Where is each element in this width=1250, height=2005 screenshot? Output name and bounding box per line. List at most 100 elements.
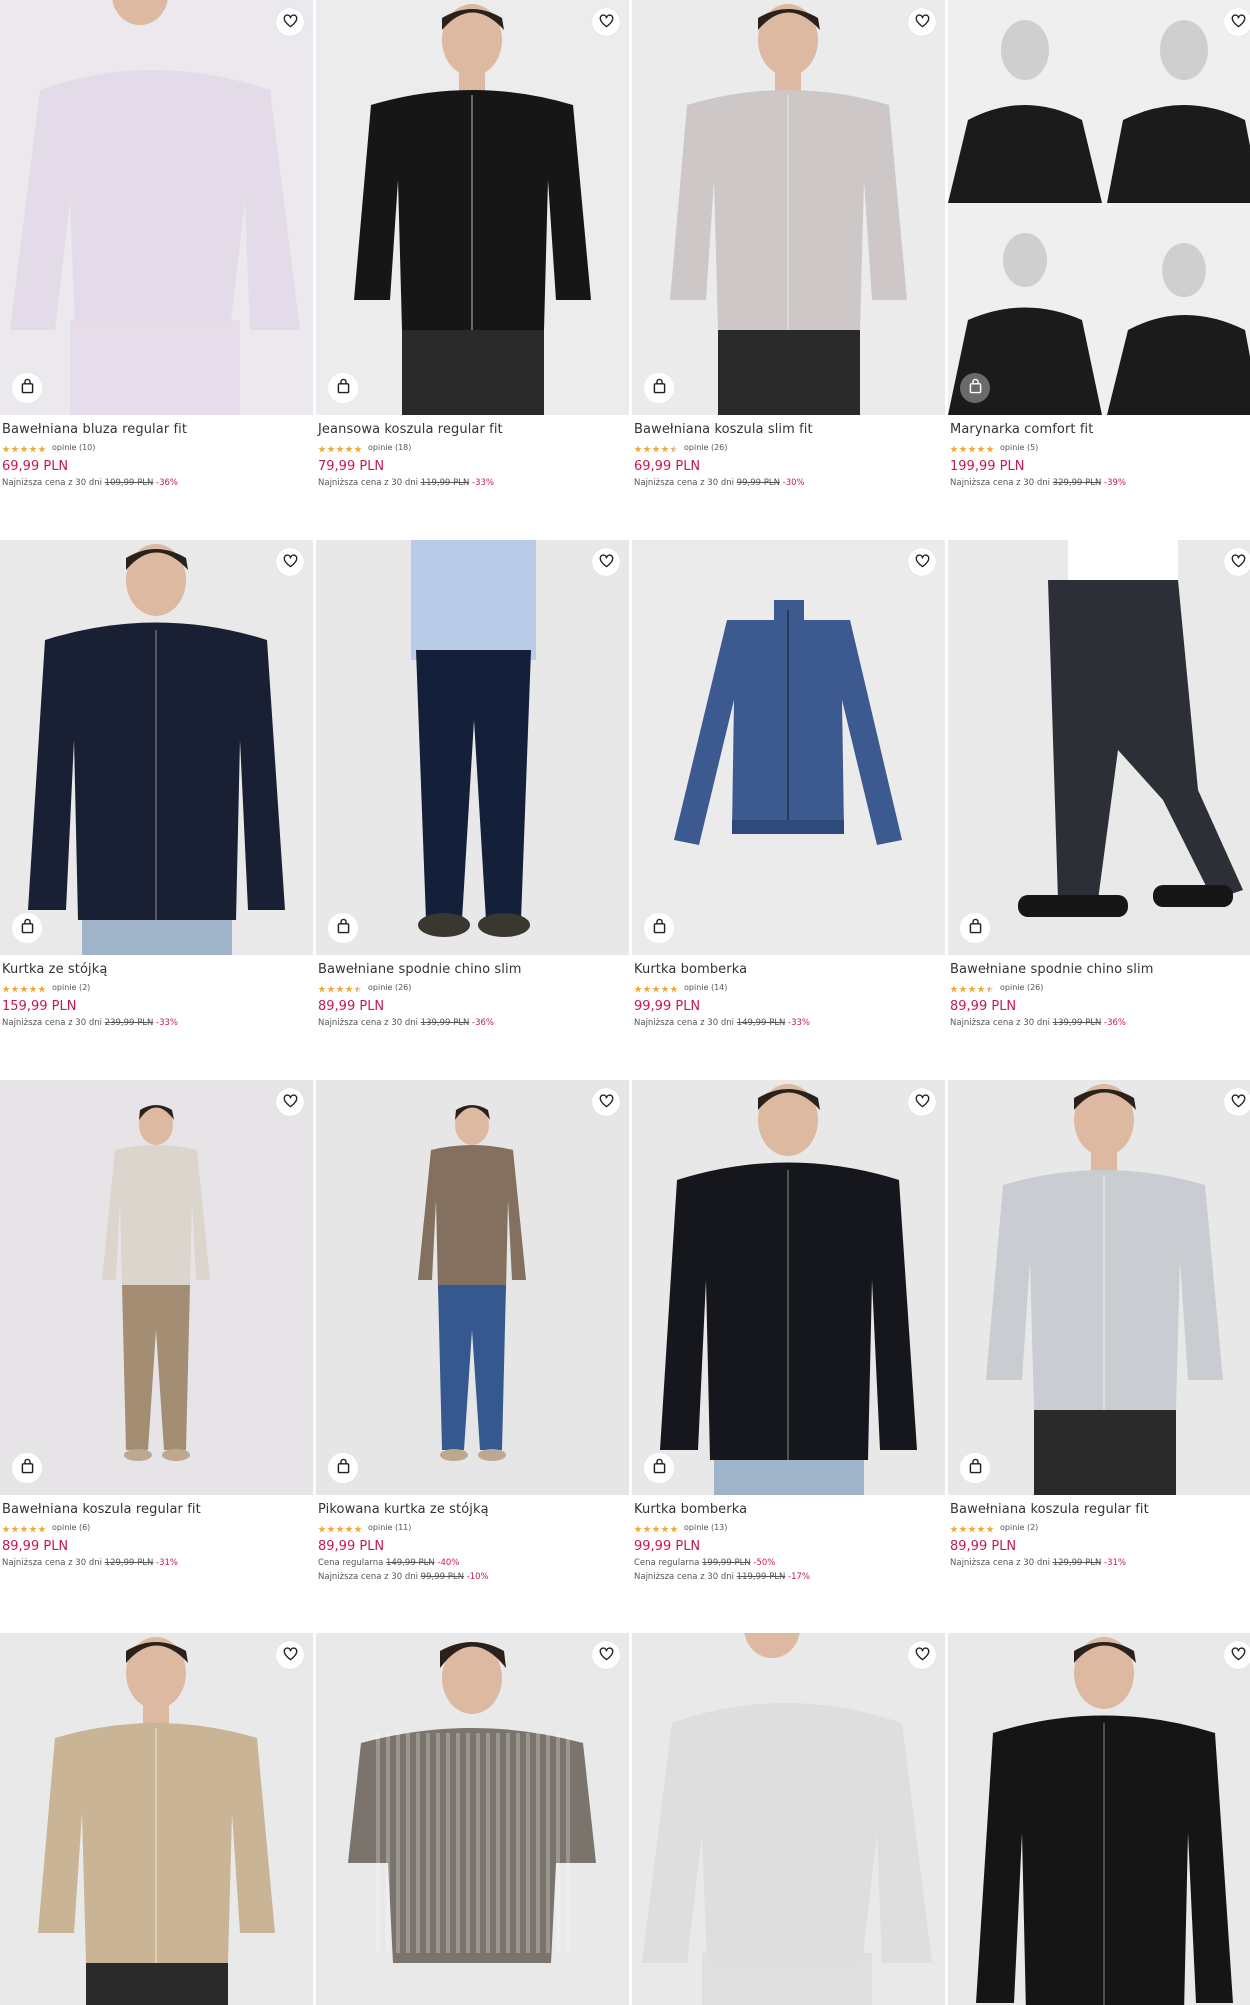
star-icon [354,978,362,997]
review-count[interactable]: opinie (18) [368,443,411,452]
add-to-cart-button[interactable] [960,373,990,403]
product-image[interactable] [632,1080,945,1495]
add-to-cart-button[interactable] [644,913,674,943]
review-count[interactable]: opinie (2) [52,983,90,992]
product-card[interactable]: Kurtka bomberka opinie (14) 99,99 PLN Najni… [632,540,945,1030]
product-image[interactable] [316,540,629,955]
favorite-button[interactable] [592,1088,620,1116]
product-name[interactable]: Bawełniane spodnie chino slim [950,962,1250,978]
rating-stars [634,978,678,997]
favorite-button[interactable] [908,1088,936,1116]
add-to-cart-button[interactable] [644,1453,674,1483]
favorite-button[interactable] [1224,8,1250,36]
product-image[interactable] [316,0,629,415]
favorite-button[interactable] [1224,1641,1250,1669]
product-name[interactable]: Bawełniana koszula regular fit [950,1502,1250,1518]
product-name[interactable]: Bawełniana koszula regular fit [2,1502,313,1518]
star-icon [336,1518,344,1537]
lowest-price-label: Najniższa cena z 30 dni [950,1018,1050,1028]
add-to-cart-button[interactable] [328,373,358,403]
star-icon [950,978,958,997]
product-name[interactable]: Bawełniana bluza regular fit [2,422,313,438]
product-image[interactable] [632,1633,945,2005]
add-to-cart-button[interactable] [960,1453,990,1483]
product-name[interactable]: Kurtka bomberka [634,1502,945,1518]
favorite-button[interactable] [276,8,304,36]
star-icon [661,438,669,457]
review-count[interactable]: opinie (10) [52,443,95,452]
product-name[interactable]: Marynarka comfort fit [950,422,1250,438]
favorite-button[interactable] [908,1641,936,1669]
star-icon [318,438,326,457]
product-card[interactable]: Bawełniana koszula regular fit opinie (6)… [0,1080,313,1570]
product-card[interactable]: Bawełniane spodnie chino slim opinie (26)… [316,540,629,1030]
product-image[interactable] [948,1633,1250,2005]
product-image[interactable] [948,540,1250,955]
product-card[interactable]: Bawełniane spodnie chino slim opinie (26)… [948,540,1250,1030]
star-icon [2,1518,10,1537]
star-icon [345,1518,353,1537]
product-image[interactable] [0,540,313,955]
review-count[interactable]: opinie (26) [368,983,411,992]
product-name[interactable]: Bawełniane spodnie chino slim [318,962,629,978]
product-image[interactable] [948,1080,1250,1495]
review-count[interactable]: opinie (11) [368,1523,411,1532]
review-count[interactable]: opinie (26) [1000,983,1043,992]
product-card[interactable]: Bawełniana koszula slim fit opinie (26) 69… [632,0,945,490]
review-count[interactable]: opinie (5) [1000,443,1038,452]
favorite-button[interactable] [592,8,620,36]
old-price: 119,99 PLN [736,1572,786,1582]
review-count[interactable]: opinie (6) [52,1523,90,1532]
review-count[interactable]: opinie (2) [1000,1523,1038,1532]
favorite-button[interactable] [908,8,936,36]
add-to-cart-button[interactable] [12,1453,42,1483]
product-card[interactable] [632,1633,945,2005]
product-image[interactable] [0,1633,313,2005]
product-rating: opinie (14) [634,980,945,994]
favorite-button[interactable] [276,1641,304,1669]
add-to-cart-button[interactable] [12,913,42,943]
favorite-button[interactable] [592,548,620,576]
old-price: 99,99 PLN [736,478,780,488]
star-icon [950,438,958,457]
star-icon [950,1518,958,1537]
product-name[interactable]: Jeansowa koszula regular fit [318,422,629,438]
product-name[interactable]: Pikowana kurtka ze stójką [318,1502,629,1518]
add-to-cart-button[interactable] [328,1453,358,1483]
product-image[interactable] [316,1633,629,2005]
favorite-button[interactable] [592,1641,620,1669]
review-count[interactable]: opinie (13) [684,1523,727,1532]
product-card[interactable]: Pikowana kurtka ze stójką opinie (11) 89,9… [316,1080,629,1584]
product-card[interactable] [0,1633,313,2005]
add-to-cart-button[interactable] [12,373,42,403]
product-card[interactable]: Jeansowa koszula regular fit opinie (18) 7… [316,0,629,490]
product-card[interactable]: Marynarka comfort fit opinie (5) 199,99 PL… [948,0,1250,490]
product-name[interactable]: Kurtka ze stójką [2,962,313,978]
favorite-button[interactable] [908,548,936,576]
product-image[interactable] [632,0,945,415]
add-to-cart-button[interactable] [644,373,674,403]
product-card[interactable] [948,1633,1250,2005]
favorite-button[interactable] [276,548,304,576]
add-to-cart-button[interactable] [960,913,990,943]
product-card[interactable] [316,1633,629,2005]
favorite-button[interactable] [1224,548,1250,576]
add-to-cart-button[interactable] [328,913,358,943]
product-name[interactable]: Kurtka bomberka [634,962,945,978]
product-card[interactable]: Bawełniana koszula regular fit opinie (2)… [948,1080,1250,1570]
shopping-bag-icon [652,378,667,398]
star-icon [652,1518,660,1537]
product-image[interactable] [0,0,313,415]
product-image[interactable] [316,1080,629,1495]
product-card[interactable]: Kurtka ze stójką opinie (2) 159,99 PLN Najn… [0,540,313,1030]
product-card[interactable]: Kurtka bomberka opinie (13) 99,99 PLN Cena … [632,1080,945,1584]
product-image[interactable] [948,0,1250,415]
product-image[interactable] [0,1080,313,1495]
favorite-button[interactable] [1224,1088,1250,1116]
review-count[interactable]: opinie (26) [684,443,727,452]
product-image[interactable] [632,540,945,955]
review-count[interactable]: opinie (14) [684,983,727,992]
favorite-button[interactable] [276,1088,304,1116]
product-name[interactable]: Bawełniana koszula slim fit [634,422,945,438]
product-card[interactable]: Bawełniana bluza regular fit opinie (10) 6… [0,0,313,490]
